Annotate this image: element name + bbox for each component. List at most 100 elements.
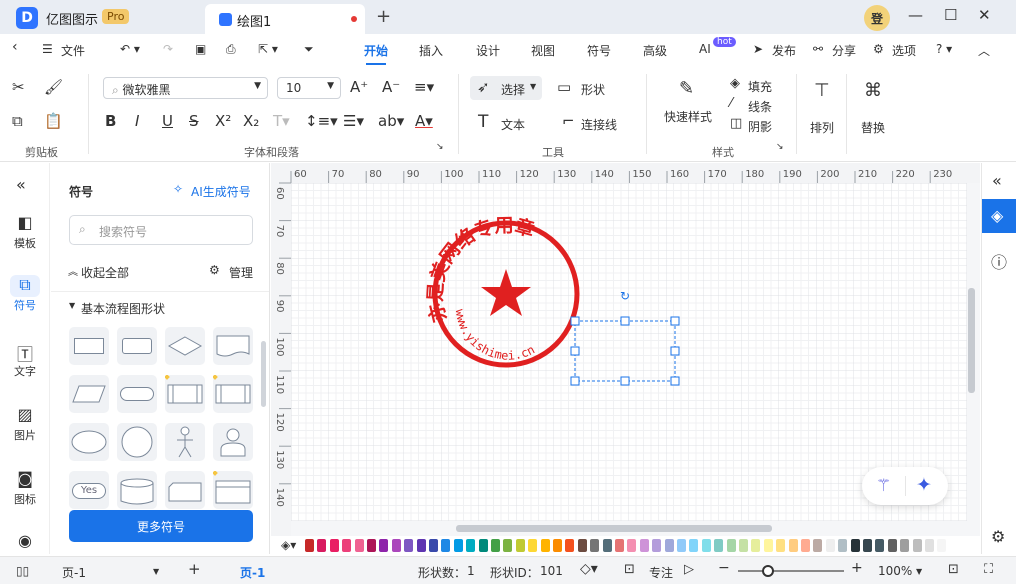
color-swatch[interactable] — [466, 539, 476, 552]
page-layout-icon[interactable]: ▯▯ — [16, 564, 29, 578]
caret-down-icon[interactable]: ▼ — [69, 301, 75, 310]
color-swatch[interactable] — [367, 539, 376, 552]
color-swatch[interactable] — [677, 539, 686, 552]
color-swatch[interactable] — [887, 539, 897, 552]
undo-icon[interactable]: ↶ ▾ — [120, 42, 140, 56]
color-swatch[interactable] — [441, 539, 451, 552]
nav-symbols[interactable]: ⧉ 符号 — [0, 275, 50, 313]
color-swatch[interactable] — [391, 539, 401, 552]
shape-predefined-process[interactable] — [164, 374, 205, 413]
decrease-font-icon[interactable]: A⁻ — [382, 78, 400, 96]
fill-label[interactable]: 填充 — [748, 78, 772, 95]
tab-ai[interactable]: AI — [699, 42, 711, 56]
gear-icon[interactable]: ⚙ — [873, 42, 884, 56]
tab-advanced[interactable]: 高级 — [643, 42, 667, 59]
shape-decision[interactable] — [165, 327, 205, 365]
back-icon[interactable]: ‹ — [12, 39, 18, 55]
color-swatch[interactable] — [739, 539, 748, 552]
play-icon[interactable]: ▷ — [684, 562, 694, 577]
resize-handle[interactable] — [570, 376, 580, 386]
resize-handle[interactable] — [570, 316, 580, 326]
text-case-icon[interactable]: T▾ — [273, 112, 290, 130]
shape-ellipse[interactable] — [69, 423, 109, 461]
quick-style-icon[interactable]: ✎ — [679, 78, 694, 99]
color-swatch[interactable] — [379, 539, 389, 552]
replace-label[interactable]: 替换 — [861, 119, 885, 136]
color-swatch[interactable] — [825, 539, 835, 552]
nav-text[interactable]: 🅃 文字 — [0, 341, 50, 379]
line-spacing-icon[interactable]: ↕≡▾ — [305, 112, 338, 130]
color-swatch[interactable] — [515, 539, 525, 552]
help-icon[interactable]: ⓘ — [991, 249, 1007, 273]
expand-panel-icon[interactable]: « — [992, 171, 1002, 190]
font-family-select[interactable]: ⌕ 微软雅黑 ▼ — [103, 77, 268, 99]
color-swatch[interactable] — [404, 539, 414, 552]
color-swatch[interactable] — [453, 539, 463, 552]
focus-button[interactable]: 专注 — [649, 564, 673, 581]
symbol-search[interactable]: ⌕ 搜索符号 — [69, 215, 253, 245]
shape-terminator[interactable] — [117, 375, 157, 413]
strikethrough-icon[interactable]: S — [189, 112, 199, 130]
share-icon[interactable]: ⚯ — [813, 42, 823, 56]
color-swatch[interactable] — [664, 539, 674, 552]
customize-icon[interactable]: ⏷ — [304, 42, 314, 57]
color-swatch[interactable] — [627, 539, 637, 552]
nav-images[interactable]: ▨ 图片 — [0, 405, 50, 443]
ai-sparkle-icon[interactable]: ✦ — [916, 474, 932, 496]
publish-button[interactable]: 发布 — [772, 42, 796, 59]
color-swatch[interactable] — [813, 539, 823, 552]
rectangle-icon[interactable]: ▭ — [557, 78, 571, 96]
color-swatch[interactable] — [317, 539, 327, 552]
shape-actor[interactable] — [165, 423, 205, 461]
quick-style-label[interactable]: 快速样式 — [664, 108, 712, 125]
format-panel-button[interactable]: ◈ — [982, 199, 1016, 233]
resize-handle[interactable] — [570, 346, 580, 356]
close-icon[interactable]: ✕ — [978, 6, 991, 24]
connector-tool-label[interactable]: 连接线 — [581, 116, 617, 133]
text-style-button[interactable]: ab▾ — [378, 112, 404, 130]
shape-data[interactable] — [69, 375, 109, 413]
shape-rounded-rect[interactable] — [117, 327, 157, 365]
color-swatch[interactable] — [329, 539, 339, 552]
tab-design[interactable]: 设计 — [476, 42, 500, 59]
collapse-all-icon[interactable]: ︽ — [68, 263, 78, 278]
search-input[interactable]: 搜索符号 — [99, 223, 147, 240]
zoom-level[interactable]: 100% — [878, 564, 912, 578]
hamburger-icon[interactable]: ☰ — [42, 42, 53, 56]
zoom-slider-handle[interactable] — [762, 565, 774, 577]
color-swatch[interactable] — [689, 539, 699, 552]
align-icon[interactable]: ≡▾ — [414, 78, 434, 96]
gear-icon[interactable]: ⚙ — [991, 527, 1005, 546]
arrange-label[interactable]: 排列 — [810, 119, 834, 136]
file-menu[interactable]: 文件 — [61, 42, 85, 59]
chevron-down-icon[interactable]: ▼ — [916, 567, 922, 576]
increase-font-icon[interactable]: A⁺ — [350, 78, 368, 96]
color-swatch[interactable] — [553, 539, 562, 552]
color-swatch[interactable] — [577, 539, 587, 552]
color-swatch[interactable] — [701, 539, 711, 552]
tab-start[interactable]: 开始 — [364, 42, 388, 65]
color-swatch[interactable] — [875, 539, 885, 552]
color-swatch[interactable] — [714, 539, 724, 552]
shape-cylinder[interactable] — [117, 471, 157, 509]
shadow-label[interactable]: 阴影 — [748, 118, 772, 135]
color-swatch[interactable] — [726, 539, 736, 552]
color-swatch[interactable] — [342, 539, 352, 552]
connector-icon[interactable]: ⌐ — [562, 112, 575, 130]
font-color-icon[interactable]: A▾ — [415, 112, 433, 130]
shape-user[interactable] — [213, 423, 253, 461]
color-swatch[interactable] — [751, 539, 761, 552]
ai-generate-symbol-button[interactable]: AI生成符号 — [191, 183, 251, 200]
fullscreen-icon[interactable]: ⛶ — [984, 562, 993, 577]
help-icon[interactable]: ? ▾ — [936, 42, 952, 56]
publish-icon[interactable]: ➤ — [753, 42, 763, 56]
shape-internal-storage[interactable] — [212, 374, 253, 413]
line-label[interactable]: 线条 — [748, 98, 772, 115]
ai-sparkle-icon[interactable]: ✧ — [173, 182, 183, 196]
resize-handle[interactable] — [620, 316, 630, 326]
resize-handle[interactable] — [670, 376, 680, 386]
tab-view[interactable]: 视图 — [531, 42, 555, 59]
page-tab[interactable]: 页-1 — [240, 564, 265, 581]
shape-manual-op[interactable] — [212, 470, 253, 509]
nav-icons[interactable]: ◙ 图标 — [0, 469, 50, 507]
